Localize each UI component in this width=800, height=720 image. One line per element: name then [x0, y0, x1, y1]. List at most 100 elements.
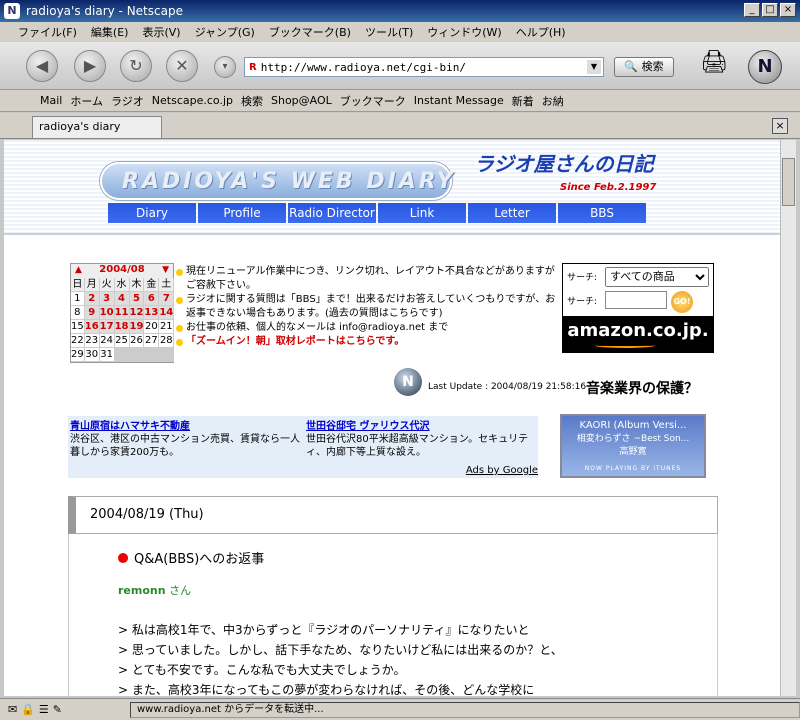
next-month-icon[interactable]: ▼ — [162, 265, 169, 275]
menu-go[interactable]: ジャンプ(G) — [195, 24, 255, 40]
calendar-day: 25 — [114, 334, 130, 348]
calendar-day[interactable]: 5 — [129, 292, 145, 306]
calendar-dow: 月 — [84, 278, 100, 292]
site-nav: Diary Profile Radio Director Link Letter… — [108, 203, 646, 223]
bookmarks-toolbar: Mail ホーム ラジオ Netscape.co.jp 検索 Shop@AOL … — [0, 90, 800, 112]
site-title: ラジオ屋さんの日記 — [474, 152, 654, 176]
calendar-day[interactable]: 12 — [129, 306, 145, 320]
ad-item[interactable]: 青山原宿はハマサキ不動産 渋谷区、港区の中古マンション売買、賃貸なら一人暮しから… — [70, 420, 302, 459]
scroll-thumb[interactable] — [782, 158, 795, 206]
bookmark-mail[interactable]: Mail — [40, 94, 62, 107]
calendar-day: 26 — [129, 334, 145, 348]
maximize-button[interactable]: □ — [762, 3, 778, 17]
calendar-day[interactable]: 16 — [84, 320, 100, 334]
notice-item: 「ズームイン！朝」取材レポートはこちらです。 — [176, 335, 562, 349]
calendar-day[interactable]: 7 — [159, 292, 175, 306]
calendar-day: 30 — [84, 348, 100, 362]
notice-item: お仕事の依頼、個人的なメールは info@radioya.net まで — [176, 321, 562, 335]
calendar-day[interactable]: 18 — [114, 320, 130, 334]
vertical-scrollbar[interactable] — [780, 140, 796, 696]
status-message: www.radioya.net からデータを転送中... — [130, 701, 800, 718]
calendar-day — [114, 348, 130, 362]
go-button[interactable]: GO! — [671, 291, 693, 313]
bookmark-instant-message[interactable]: Instant Message — [414, 94, 504, 107]
calendar-day[interactable]: 11 — [114, 306, 130, 320]
nav-radio-director[interactable]: Radio Director — [288, 203, 376, 223]
nav-diary[interactable]: Diary — [108, 203, 196, 223]
notice-list: 現在リニューアル作業中につき、リンク切れ、レイアウト不具合などがありますがご容赦… — [176, 265, 562, 349]
calendar-day: 21 — [159, 320, 175, 334]
netscape-throbber-icon[interactable]: N — [748, 50, 782, 84]
menu-tools[interactable]: ツール(T) — [365, 24, 413, 40]
bookmark-radio[interactable]: ラジオ — [111, 93, 144, 109]
menu-window[interactable]: ウィンドウ(W) — [427, 24, 501, 40]
calendar-day[interactable]: 4 — [114, 292, 130, 306]
calendar-day[interactable]: 9 — [84, 306, 100, 320]
minimize-button[interactable]: _ — [744, 3, 760, 17]
menu-bookmarks[interactable]: ブックマーク(B) — [269, 24, 351, 40]
search-label-2: サーチ: — [567, 297, 598, 307]
security-icon[interactable]: 🔒 — [21, 703, 35, 716]
bookmark-shop-aol[interactable]: Shop@AOL — [271, 94, 332, 107]
netscape-badge-icon[interactable]: N — [394, 368, 422, 396]
itunes-now-playing[interactable]: KAORI (Album Versi... 相変わらずさ ~Best Son..… — [560, 414, 706, 478]
quoted-question: > 私は高校1年で、中3からずっと『ラジオのパーソナリティ』になりたいと > 思… — [118, 623, 563, 696]
menu-edit[interactable]: 編集(E) — [91, 24, 129, 40]
search-button[interactable]: 🔍 検索 — [614, 57, 674, 77]
menu-file[interactable]: ファイル(F) — [18, 24, 77, 40]
calendar-day[interactable]: 19 — [129, 320, 145, 334]
menu-help[interactable]: ヘルプ(H) — [516, 24, 566, 40]
menu-view[interactable]: 表示(V) — [142, 24, 180, 40]
bookmark-search[interactable]: 検索 — [241, 93, 263, 109]
calendar-dow: 金 — [144, 278, 160, 292]
mail-icon[interactable]: ✉ — [8, 703, 17, 716]
calendar-day[interactable]: 17 — [99, 320, 115, 334]
back-icon[interactable]: ◀ — [26, 50, 58, 82]
go-dropdown-icon[interactable]: ▾ — [214, 56, 236, 78]
calendar-day[interactable]: 10 — [99, 306, 115, 320]
site-header: RADIOYA'S WEB DIARY ラジオ屋さんの日記 Since Feb.… — [4, 140, 780, 235]
print-icon[interactable]: 🖨 — [700, 50, 728, 75]
calendar-day[interactable]: 3 — [99, 292, 115, 306]
url-text[interactable]: http://www.radioya.net/cgi-bin/ — [261, 61, 466, 74]
tab-radioya-diary[interactable]: radioya's diary — [32, 116, 162, 138]
forward-icon[interactable]: ▶ — [74, 50, 106, 82]
calendar-day[interactable]: 14 — [159, 306, 175, 320]
calendar-dow: 日 — [71, 278, 85, 292]
calendar-month: 2004/08 — [99, 264, 145, 275]
bullet-icon — [176, 269, 183, 276]
prev-month-icon[interactable]: ▲ — [75, 265, 82, 275]
address-book-icon[interactable]: ☰ — [39, 703, 49, 716]
status-bar: ✉ 🔒 ☰ ✎ www.radioya.net からデータを転送中... — [0, 698, 800, 720]
url-dropdown-icon[interactable]: ▼ — [587, 60, 601, 74]
calendar-day: 15 — [71, 320, 85, 334]
bookmark-netscape[interactable]: Netscape.co.jp — [152, 94, 233, 107]
ad-item[interactable]: 世田谷邸宅 ヴァリウス代沢 世田谷代沢80平米超高級マンション。セキュリティ、内… — [306, 420, 538, 459]
calendar-day — [129, 348, 145, 362]
calendar-day[interactable]: 13 — [144, 306, 160, 320]
stop-icon[interactable]: ✕ — [166, 50, 198, 82]
bookmark-new[interactable]: 新着 — [512, 93, 534, 109]
composer-icon[interactable]: ✎ — [53, 703, 62, 716]
reload-icon[interactable]: ↻ — [120, 50, 152, 82]
ads-by-google-link[interactable]: Ads by Google — [466, 465, 538, 476]
nav-letter[interactable]: Letter — [468, 203, 556, 223]
bookmark-extra[interactable]: お納 — [542, 93, 564, 109]
close-button[interactable]: × — [780, 3, 796, 17]
menu-bar: ファイル(F) 編集(E) 表示(V) ジャンプ(G) ブックマーク(B) ツー… — [0, 22, 800, 42]
bookmark-home[interactable]: ホーム — [70, 93, 103, 109]
amazon-logo[interactable]: amazon.co.jp. — [563, 316, 713, 352]
nav-profile[interactable]: Profile — [198, 203, 286, 223]
headline[interactable]: 音楽業界の保護？ — [586, 378, 698, 398]
nav-bbs[interactable]: BBS — [558, 203, 646, 223]
calendar-day[interactable]: 2 — [84, 292, 100, 306]
close-tab-icon[interactable]: × — [772, 118, 788, 134]
url-bar[interactable]: R http://www.radioya.net/cgi-bin/ ▼ — [244, 57, 604, 77]
bookmark-bookmarks[interactable]: ブックマーク — [340, 93, 406, 109]
nav-link[interactable]: Link — [378, 203, 466, 223]
last-update: Last Update : 2004/08/19 21:58:16 — [428, 382, 587, 392]
amazon-search-input[interactable] — [605, 291, 667, 309]
category-select[interactable]: すべての商品 — [605, 267, 709, 287]
calendar-day[interactable]: 6 — [144, 292, 160, 306]
netscape-icon: N — [4, 3, 20, 19]
